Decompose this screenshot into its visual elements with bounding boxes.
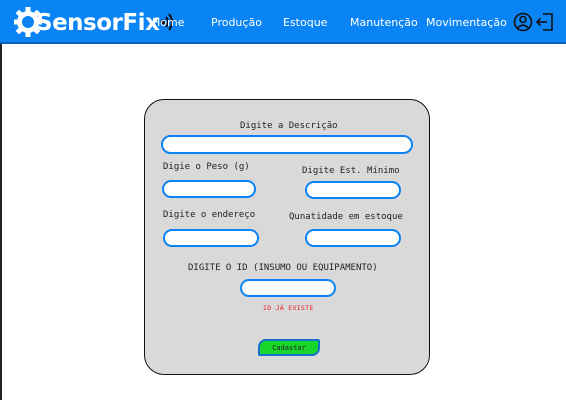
weight-label: Digie o Peso (g) — [163, 162, 250, 172]
address-label: Digite o endereço — [163, 210, 256, 220]
user-icon[interactable] — [513, 12, 533, 32]
nav-home[interactable]: Home — [152, 16, 184, 29]
weight-input[interactable] — [162, 180, 256, 198]
description-input[interactable] — [161, 135, 413, 154]
nav-estoque[interactable]: Estoque — [283, 16, 327, 29]
logo-text: SensorFix — [36, 10, 160, 36]
min-stock-label: Digite Est. Mínimo — [302, 166, 400, 176]
register-button[interactable]: Cadastar — [258, 339, 320, 356]
id-label: DIGITE O ID (INSUMO OU EQUIPAMENTO) — [188, 263, 378, 273]
quantity-label: Qunatidade em estoque — [289, 212, 403, 222]
description-label: Digite a Descrição — [240, 121, 338, 131]
quantity-input[interactable] — [305, 229, 401, 247]
nav-manutencao[interactable]: Manutenção — [350, 16, 418, 29]
min-stock-input[interactable] — [305, 181, 401, 199]
nav-producao[interactable]: Produção — [211, 16, 262, 29]
address-input[interactable] — [163, 229, 259, 247]
nav-movimentacao[interactable]: Movimentação — [426, 16, 507, 29]
page-left-border — [0, 44, 2, 400]
logout-icon[interactable] — [535, 12, 555, 32]
id-error-message: ID JÁ EXISTE — [263, 304, 314, 312]
register-form-card: Digite a Descrição Digie o Peso (g) Digi… — [144, 99, 430, 375]
top-navbar: SensorFix Home Produção Estoque Manutenç… — [0, 0, 566, 44]
id-input[interactable] — [240, 279, 336, 297]
